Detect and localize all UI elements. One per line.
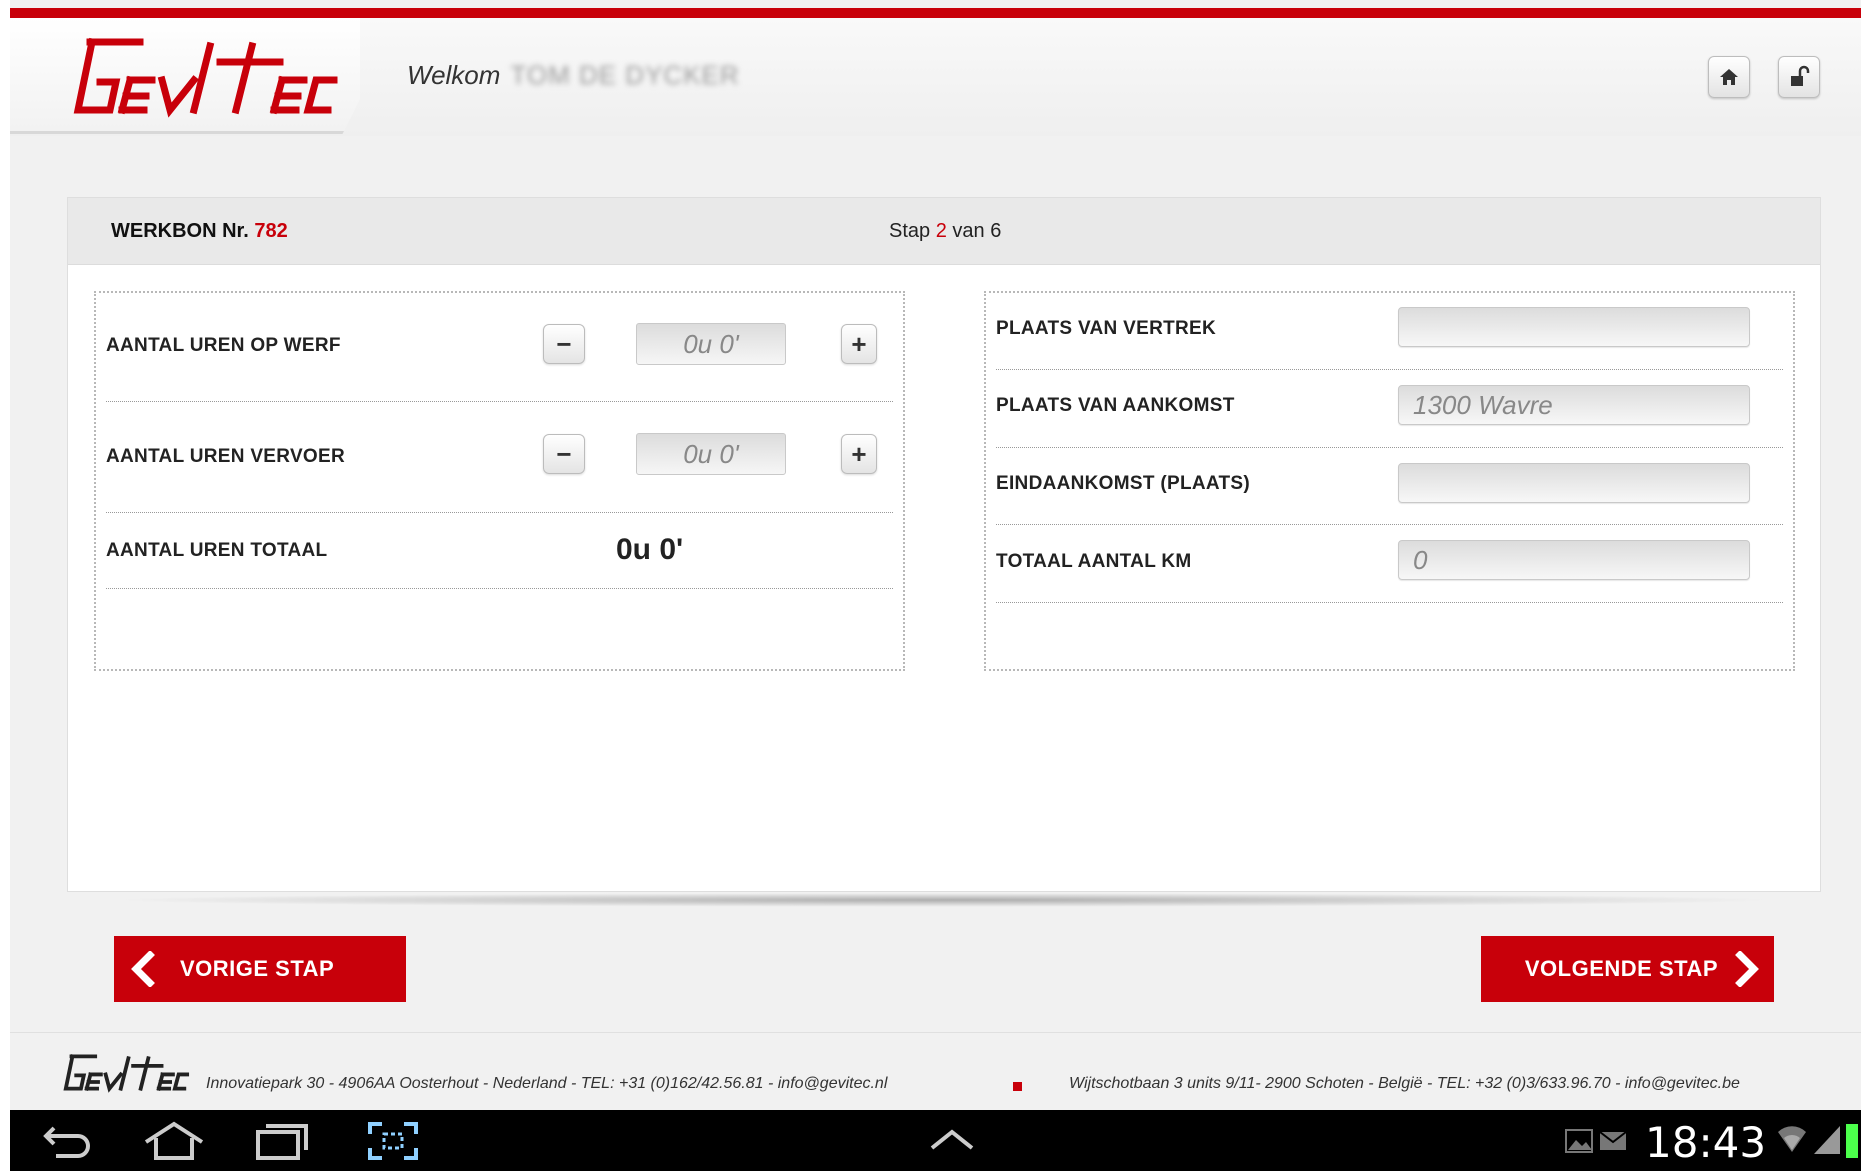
hours-werf-label: AANTAL UREN OP WERF (106, 335, 341, 356)
step-indicator: Stap 2 van 6 (889, 220, 1001, 243)
location-panel: PLAATS VAN VERTREK PLAATS VAN AANKOMST 1… (984, 291, 1795, 671)
next-step-label: VOLGENDE STAP (1524, 956, 1718, 981)
location-row-aankomst: PLAATS VAN AANKOMST 1300 Wavre (996, 370, 1783, 448)
screenshot-icon[interactable] (366, 1120, 420, 1162)
hours-werf-value[interactable]: 0u 0' (636, 323, 786, 365)
unlock-icon (1791, 65, 1810, 86)
status-clock: 18:43 (1645, 1118, 1767, 1167)
welcome-label: Welkom (407, 60, 501, 90)
footer-address-nl: Innovatiepark 30 - 4906AA Oosterhout - N… (206, 1075, 888, 1092)
aankomst-label: PLAATS VAN AANKOMST (996, 395, 1235, 416)
aankomst-input[interactable]: 1300 Wavre (1398, 385, 1750, 425)
minus-icon: − (556, 328, 572, 359)
footer-divider (10, 1032, 1861, 1033)
step-mid: van (952, 220, 985, 242)
logout-button[interactable] (1778, 56, 1820, 98)
hours-panel: AANTAL UREN OP WERF − 0u 0' + AANTAL URE… (94, 291, 905, 671)
vertrek-label: PLAATS VAN VERTREK (996, 318, 1217, 339)
plus-icon: + (851, 438, 867, 469)
battery-icon (1846, 1124, 1858, 1158)
next-step-button[interactable]: VOLGENDE STAP (1481, 936, 1774, 1002)
chevron-up-icon[interactable] (928, 1128, 976, 1152)
welcome-message: Welkom TOM DE DYCKER (407, 60, 740, 91)
hours-row-werf: AANTAL UREN OP WERF − 0u 0' + (106, 293, 893, 402)
hours-vervoer-increment-button[interactable]: + (841, 434, 877, 474)
step-current: 2 (935, 220, 947, 242)
hours-row-totaal: AANTAL UREN TOTAAL 0u 0' (106, 513, 893, 589)
hours-totaal-value: 0u 0' (616, 533, 684, 566)
footer-address-be: Wijtschotbaan 3 units 9/11- 2900 Schoten… (1069, 1075, 1740, 1092)
card-shadow (110, 893, 1778, 907)
chevron-left-icon (131, 951, 155, 987)
workorder-card: WERKBON Nr. 782 Stap 2 van 6 AANTAL UREN… (67, 197, 1821, 892)
step-prefix: Stap (889, 220, 931, 242)
back-icon[interactable] (40, 1120, 96, 1160)
signal-icon (1814, 1126, 1840, 1154)
eindaankomst-label: EINDAANKOMST (PLAATS) (996, 473, 1250, 494)
km-input[interactable]: 0 (1398, 540, 1750, 580)
home-nav-icon[interactable] (142, 1120, 206, 1162)
home-button[interactable] (1708, 56, 1750, 98)
brand-top-stripe (10, 8, 1861, 18)
location-row-eindaankomst: EINDAANKOMST (PLAATS) (996, 448, 1783, 525)
chevron-right-icon (1735, 951, 1759, 987)
wifi-icon (1778, 1126, 1806, 1152)
gevitec-footer-logo (63, 1054, 190, 1093)
km-label: TOTAAL AANTAL KM (996, 551, 1192, 572)
hours-row-vervoer: AANTAL UREN VERVOER − 0u 0' + (106, 402, 893, 513)
mail-notification-icon (1599, 1131, 1627, 1150)
hours-vervoer-label: AANTAL UREN VERVOER (106, 446, 346, 467)
eindaankomst-input[interactable] (1398, 463, 1750, 503)
werkbon-value: 782 (254, 220, 288, 242)
recent-apps-icon[interactable] (254, 1120, 310, 1162)
werkbon-label: WERKBON Nr. (111, 220, 249, 242)
hours-vervoer-decrement-button[interactable]: − (543, 434, 585, 474)
vertrek-input[interactable] (1398, 307, 1750, 347)
app-header: Welkom TOM DE DYCKER (10, 18, 1861, 136)
hours-werf-decrement-button[interactable]: − (543, 324, 585, 364)
minus-icon: − (556, 438, 572, 469)
werkbon-number: WERKBON Nr. 782 (111, 220, 288, 243)
gevitec-logo (73, 37, 338, 118)
prev-step-label: VORIGE STAP (180, 956, 335, 981)
footer-separator (1013, 1082, 1022, 1091)
home-icon (1720, 69, 1738, 85)
hours-werf-increment-button[interactable]: + (841, 324, 877, 364)
hours-totaal-label: AANTAL UREN TOTAAL (106, 540, 328, 561)
workorder-header: WERKBON Nr. 782 Stap 2 van 6 (68, 198, 1820, 265)
step-total: 6 (990, 220, 1002, 242)
android-system-bar: 18:43 (10, 1110, 1861, 1171)
location-row-km: TOTAAL AANTAL KM 0 (996, 525, 1783, 603)
location-row-vertrek: PLAATS VAN VERTREK (996, 293, 1783, 370)
prev-step-button[interactable]: VORIGE STAP (114, 936, 406, 1002)
user-name: TOM DE DYCKER (510, 60, 740, 90)
plus-icon: + (851, 328, 867, 359)
hours-vervoer-value[interactable]: 0u 0' (636, 433, 786, 475)
gallery-notification-icon (1565, 1129, 1593, 1153)
